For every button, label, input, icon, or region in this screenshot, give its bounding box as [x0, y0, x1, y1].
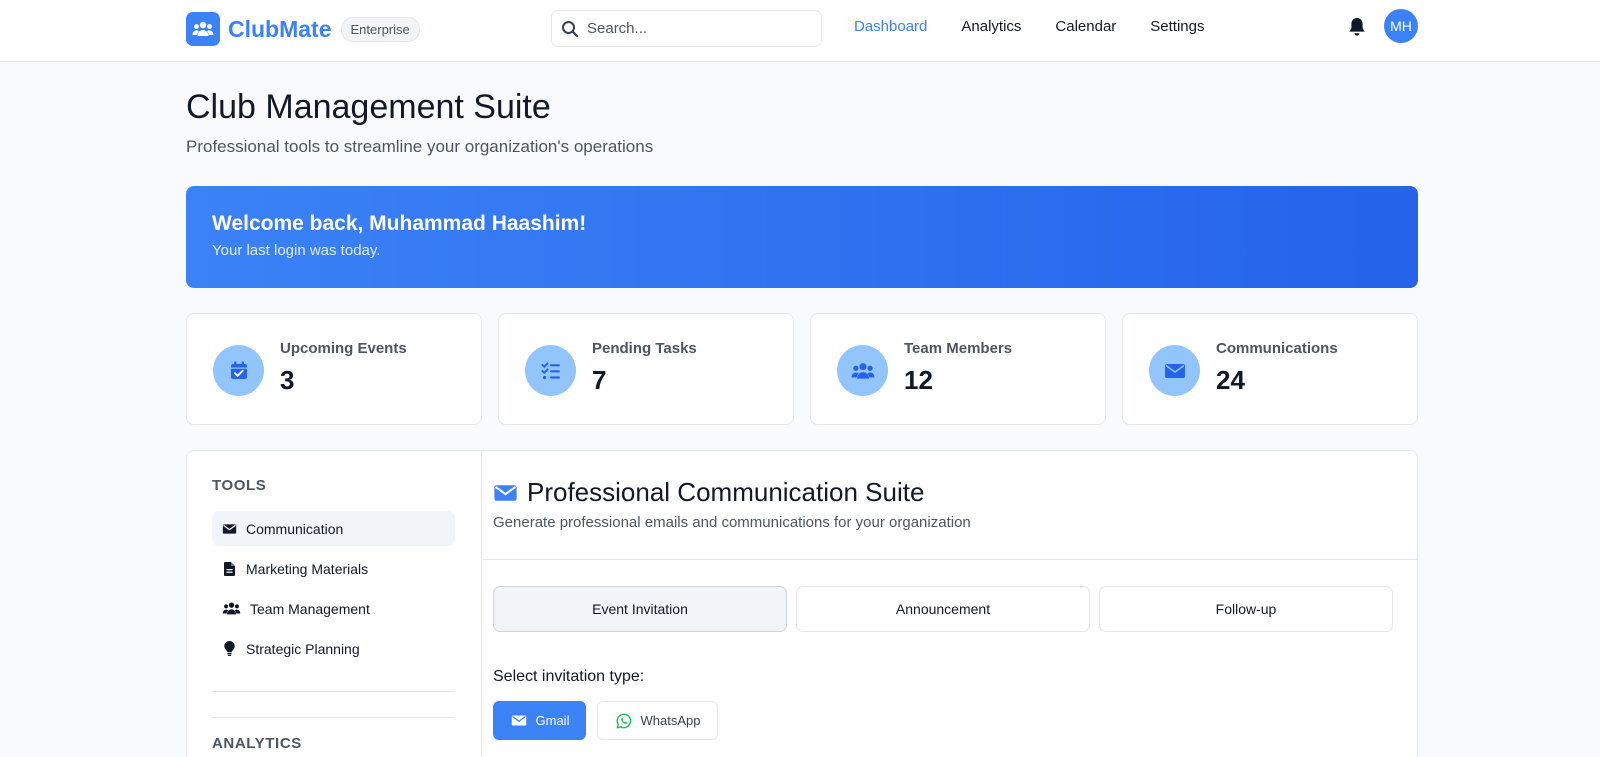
welcome-banner: Welcome back, Muhammad Haashim! Your las…: [186, 186, 1418, 288]
plan-badge: Enterprise: [340, 16, 420, 42]
welcome-subtitle: Your last login was today.: [212, 242, 381, 259]
stat-label: Upcoming Events: [280, 340, 407, 357]
stat-value: 3: [280, 365, 295, 395]
avatar[interactable]: MH: [1384, 9, 1418, 43]
search-input[interactable]: [587, 20, 807, 37]
stat-value: 7: [592, 365, 607, 395]
users-icon: [221, 601, 241, 617]
sidebar-item-label: Strategic Planning: [246, 640, 360, 657]
file-icon: [221, 561, 237, 577]
stat-label: Communications: [1216, 340, 1338, 357]
invitation-type-label: Select invitation type:: [493, 668, 645, 685]
tools-panel: TOOLS Communication Marketing Materials …: [186, 450, 1418, 757]
envelope-icon: [1149, 345, 1200, 396]
whatsapp-icon: [615, 712, 633, 730]
envelope-icon: [221, 521, 237, 537]
nav-analytics[interactable]: Analytics: [961, 18, 1021, 35]
gmail-label: Gmail: [535, 713, 570, 728]
users-icon: [837, 345, 888, 396]
stat-card-communications[interactable]: Communications 24: [1122, 313, 1418, 425]
page-title: Club Management Suite: [186, 88, 551, 126]
main-nav: Dashboard Analytics Calendar Settings: [854, 18, 1239, 35]
sidebar-item-communication[interactable]: Communication: [212, 511, 455, 546]
tools-heading: TOOLS: [212, 477, 267, 494]
stat-card-upcoming-events[interactable]: Upcoming Events 3: [186, 313, 482, 425]
communication-suite: Professional Communication Suite Generat…: [483, 451, 1417, 757]
gmail-button[interactable]: Gmail: [493, 701, 586, 740]
calendar-check-icon: [213, 345, 264, 396]
section-subtitle: Generate professional emails and communi…: [493, 514, 971, 531]
analytics-heading: ANALYTICS: [212, 735, 302, 752]
stat-card-team-members[interactable]: Team Members 12: [810, 313, 1106, 425]
envelope-icon: [493, 483, 518, 503]
sidebar-item-team-management[interactable]: Team Management: [212, 591, 455, 626]
sidebar-item-label: Team Management: [250, 600, 370, 617]
tab-event-invitation[interactable]: Event Invitation: [493, 586, 787, 632]
sidebar-divider: [212, 717, 455, 718]
search-icon: [561, 20, 579, 38]
bell-icon[interactable]: [1346, 16, 1368, 38]
search-box: [551, 10, 822, 47]
tools-sidebar: TOOLS Communication Marketing Materials …: [187, 451, 482, 757]
tab-follow-up[interactable]: Follow-up: [1099, 586, 1393, 632]
tab-announcement[interactable]: Announcement: [796, 586, 1090, 632]
tasks-icon: [525, 345, 576, 396]
sidebar-item-label: Communication: [246, 520, 344, 537]
top-navbar: ClubMate Enterprise Dashboard Analytics …: [0, 0, 1600, 62]
nav-dashboard[interactable]: Dashboard: [854, 18, 927, 35]
sidebar-item-label: Marketing Materials: [246, 560, 369, 577]
sidebar-item-marketing-materials[interactable]: Marketing Materials: [212, 551, 455, 586]
stat-label: Pending Tasks: [592, 340, 697, 357]
stat-card-pending-tasks[interactable]: Pending Tasks 7: [498, 313, 794, 425]
sidebar-divider: [212, 691, 455, 692]
users-icon: [186, 12, 220, 46]
stat-value: 24: [1216, 365, 1245, 395]
envelope-icon: [510, 712, 528, 730]
whatsapp-button[interactable]: WhatsApp: [597, 701, 718, 740]
nav-calendar[interactable]: Calendar: [1055, 18, 1116, 35]
lightbulb-icon: [221, 641, 237, 657]
stat-value: 12: [904, 365, 933, 395]
welcome-title: Welcome back, Muhammad Haashim!: [212, 212, 587, 235]
brand-name: ClubMate: [228, 15, 332, 42]
section-header: Professional Communication Suite Generat…: [483, 451, 1417, 560]
sidebar-item-strategic-planning[interactable]: Strategic Planning: [212, 631, 455, 666]
nav-settings[interactable]: Settings: [1150, 18, 1204, 35]
section-title: Professional Communication Suite: [527, 477, 925, 507]
stat-label: Team Members: [904, 340, 1013, 357]
brand[interactable]: ClubMate Enterprise: [186, 12, 420, 46]
page-subtitle: Professional tools to streamline your or…: [186, 137, 654, 156]
whatsapp-label: WhatsApp: [640, 713, 701, 728]
